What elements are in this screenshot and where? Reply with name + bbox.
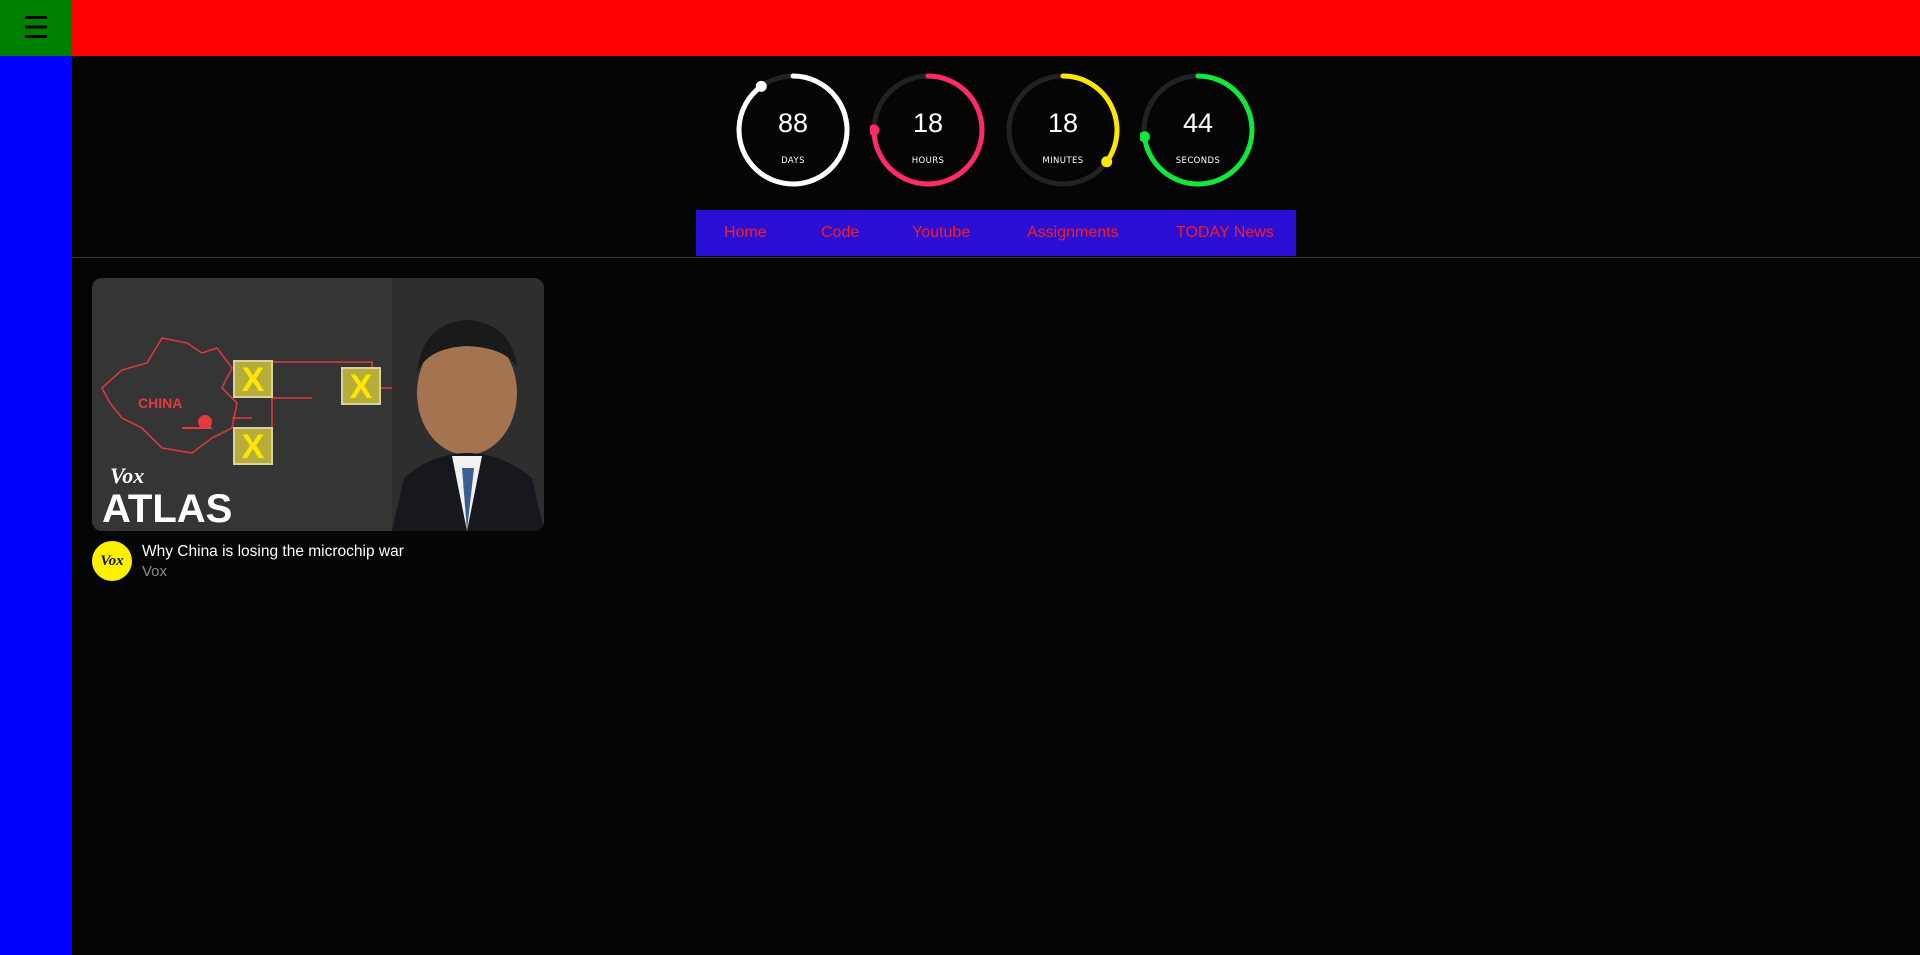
thumbnail-image: X X X CHINA Vox ATLAS xyxy=(92,278,544,531)
nav-code[interactable]: Code xyxy=(821,224,859,242)
x-marker-3: X xyxy=(233,427,273,466)
x-marker-2: X xyxy=(341,367,381,406)
svg-text:Vox: Vox xyxy=(110,463,144,488)
video-meta: Vox Why China is losing the microchip wa… xyxy=(92,541,544,591)
svg-text:ATLAS: ATLAS xyxy=(102,487,232,531)
countdown-minutes: 18 MINUTES xyxy=(1005,72,1121,188)
nav-youtube[interactable]: Youtube xyxy=(912,224,970,242)
days-value: 88 xyxy=(777,108,809,138)
x-marker-1: X xyxy=(233,360,273,399)
svg-text:X: X xyxy=(350,368,373,406)
nav-assignments[interactable]: Assignments xyxy=(1027,224,1119,242)
minutes-label: MINUTES xyxy=(1042,156,1084,166)
countdown-seconds: 44 SECONDS xyxy=(1140,72,1256,188)
svg-text:X: X xyxy=(242,361,265,399)
main-content: 88 DAYS 18 HOURS 18 MINUTES 44 SECONDS H… xyxy=(72,56,1920,955)
channel-name[interactable]: Vox xyxy=(142,563,167,580)
svg-text:X: X xyxy=(242,428,265,466)
svg-text:CHINA: CHINA xyxy=(138,395,182,411)
hamburger-menu-button[interactable]: ☰ xyxy=(0,0,72,56)
countdown-hours: 18 HOURS xyxy=(870,72,986,188)
video-card[interactable]: X X X CHINA Vox ATLAS Vox Why China is l… xyxy=(92,278,544,581)
countdown-days: 88 DAYS xyxy=(735,72,851,188)
hamburger-icon: ☰ xyxy=(22,10,50,46)
video-thumbnail[interactable]: X X X CHINA Vox ATLAS xyxy=(92,278,544,531)
minutes-value: 18 xyxy=(1047,108,1079,138)
channel-avatar[interactable]: Vox xyxy=(92,541,132,581)
countdown-timer: 88 DAYS 18 HOURS 18 MINUTES 44 SECONDS xyxy=(735,72,1265,188)
seconds-value: 44 xyxy=(1182,108,1214,138)
divider xyxy=(72,257,1920,258)
sidebar xyxy=(0,56,72,955)
days-label: DAYS xyxy=(781,156,805,166)
hours-value: 18 xyxy=(912,108,944,138)
nav-today-news[interactable]: TODAY News xyxy=(1176,224,1274,242)
top-bar xyxy=(0,0,1920,56)
nav-home[interactable]: Home xyxy=(724,224,767,242)
video-title[interactable]: Why China is losing the microchip war xyxy=(142,543,404,561)
hours-label: HOURS xyxy=(911,156,945,166)
top-nav: Home Code Youtube Assignments TODAY News xyxy=(696,210,1296,256)
seconds-label: SECONDS xyxy=(1175,156,1221,166)
